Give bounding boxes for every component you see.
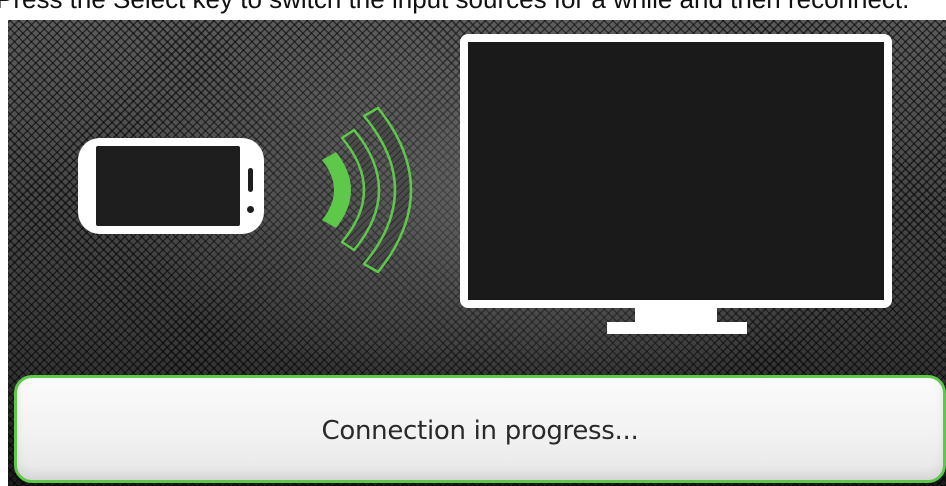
tv-icon bbox=[460, 34, 892, 308]
smartphone-icon bbox=[78, 138, 264, 234]
connection-status-text: Connection in progress... bbox=[321, 416, 639, 446]
smartphone-home-button bbox=[247, 206, 254, 213]
screen-mirroring-window: Press the Select key to switch the input… bbox=[0, 0, 946, 486]
signal-wave-small bbox=[322, 152, 351, 228]
smartphone-speaker bbox=[248, 168, 253, 192]
instruction-caption-text: Press the Select key to switch the input… bbox=[0, 0, 942, 12]
instruction-caption: Press the Select key to switch the input… bbox=[0, 0, 946, 20]
connection-status-bar: Connection in progress... bbox=[14, 375, 946, 483]
wireless-signal-icon bbox=[322, 106, 413, 274]
tv-stand-base bbox=[607, 322, 747, 334]
connection-illustration-panel: Connection in progress... bbox=[8, 20, 946, 486]
smartphone-screen bbox=[96, 146, 240, 226]
tv-screen bbox=[468, 42, 884, 300]
